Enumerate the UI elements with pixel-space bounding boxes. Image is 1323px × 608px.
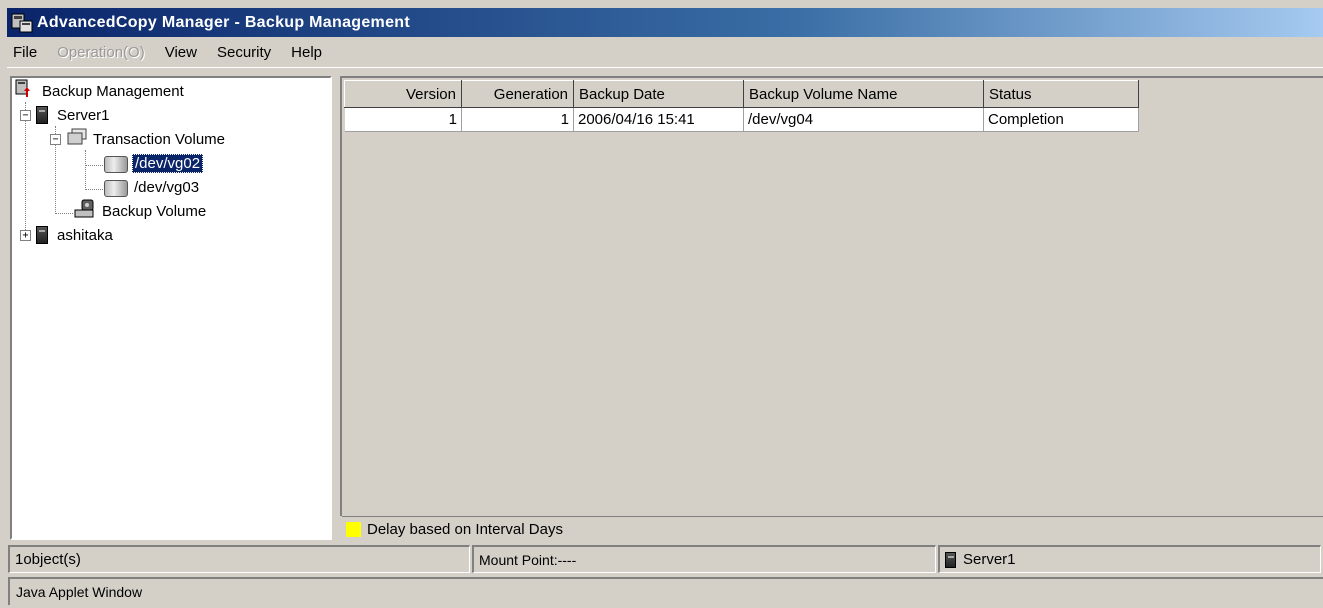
tree-item-transaction-volume[interactable]: − Transaction Volume bbox=[50, 128, 227, 150]
tree-label-vg02: /dev/vg02 bbox=[132, 153, 204, 173]
cell-backup-date: 2006/04/16 15:41 bbox=[573, 107, 744, 132]
expand-icon[interactable]: + bbox=[20, 229, 31, 241]
disk-icon bbox=[104, 178, 128, 197]
column-header-version[interactable]: Version bbox=[344, 80, 462, 108]
history-panel: Version Generation Backup Date Backup Vo… bbox=[340, 76, 1323, 516]
cell-status: Completion bbox=[983, 107, 1139, 132]
status-bar: 1object(s) Mount Point:---- Server1 bbox=[8, 545, 1323, 573]
backup-volume-icon bbox=[74, 199, 96, 223]
column-header-backup-date[interactable]: Backup Date bbox=[573, 80, 744, 108]
tree-label-ashitaka: ashitaka bbox=[57, 226, 113, 244]
cell-version: 1 bbox=[344, 107, 462, 132]
app-icon bbox=[11, 12, 33, 34]
server-icon bbox=[945, 551, 956, 568]
column-header-generation[interactable]: Generation bbox=[461, 80, 574, 108]
cell-volume: /dev/vg04 bbox=[743, 107, 984, 132]
status-mount-point-text: Mount Point:---- bbox=[479, 551, 577, 568]
transaction-volume-icon bbox=[66, 128, 88, 150]
tree-item-backup-volume[interactable]: Backup Volume bbox=[74, 199, 208, 223]
status-mount-point: Mount Point:---- bbox=[472, 545, 936, 573]
table-row[interactable]: 1 1 2006/04/16 15:41 /dev/vg04 Completio… bbox=[344, 107, 1139, 132]
column-header-status[interactable]: Status bbox=[983, 80, 1139, 108]
legend: Delay based on Interval Days bbox=[342, 516, 1323, 542]
tree-label-backup-volume: Backup Volume bbox=[102, 202, 207, 220]
menu-help[interactable]: Help bbox=[291, 44, 322, 61]
applet-label: Java Applet Window bbox=[16, 584, 143, 600]
menu-operation[interactable]: Operation(O) bbox=[57, 44, 145, 61]
legend-label: Delay based on Interval Days bbox=[367, 521, 563, 538]
backup-management-icon bbox=[14, 79, 34, 103]
status-objects: 1object(s) bbox=[8, 545, 470, 573]
tree-item-ashitaka[interactable]: + ashitaka bbox=[20, 224, 115, 246]
collapse-icon[interactable]: − bbox=[20, 109, 31, 121]
menu-view[interactable]: View bbox=[165, 44, 197, 61]
disk-icon bbox=[104, 154, 128, 173]
server-icon bbox=[36, 226, 48, 244]
tree-item-vg02[interactable]: /dev/vg02 bbox=[104, 152, 204, 174]
tree-label-transaction-volume: Transaction Volume bbox=[93, 130, 226, 148]
tree-item-vg03[interactable]: /dev/vg03 bbox=[104, 176, 201, 198]
title-bar: AdvancedCopy Manager - Backup Management bbox=[7, 8, 1323, 37]
status-server: Server1 bbox=[938, 545, 1321, 573]
tree-label-vg03: /dev/vg03 bbox=[134, 178, 200, 196]
status-server-text: Server1 bbox=[963, 551, 1016, 568]
collapse-icon[interactable]: − bbox=[50, 133, 61, 145]
menu-bar: File Operation(O) View Security Help bbox=[7, 38, 1323, 68]
window-title: AdvancedCopy Manager - Backup Management bbox=[37, 13, 410, 31]
menu-file[interactable]: File bbox=[13, 44, 37, 61]
backup-history-table: Version Generation Backup Date Backup Vo… bbox=[344, 80, 1139, 132]
applet-warning-bar: Java Applet Window bbox=[8, 577, 1323, 605]
cell-generation: 1 bbox=[461, 107, 574, 132]
server-icon bbox=[36, 106, 48, 124]
tree-item-server1[interactable]: − Server1 bbox=[20, 104, 112, 126]
column-header-backup-volume-name[interactable]: Backup Volume Name bbox=[743, 80, 984, 108]
menu-security[interactable]: Security bbox=[217, 44, 271, 61]
tree-item-backup-management[interactable]: Backup Management bbox=[14, 79, 186, 103]
legend-swatch bbox=[346, 522, 361, 537]
tree-panel[interactable]: Backup Management − Server1 − Transactio… bbox=[10, 76, 332, 540]
tree-label-root: Backup Management bbox=[42, 82, 184, 100]
tree-label-server1: Server1 bbox=[57, 106, 110, 124]
status-objects-text: 1object(s) bbox=[15, 551, 81, 568]
